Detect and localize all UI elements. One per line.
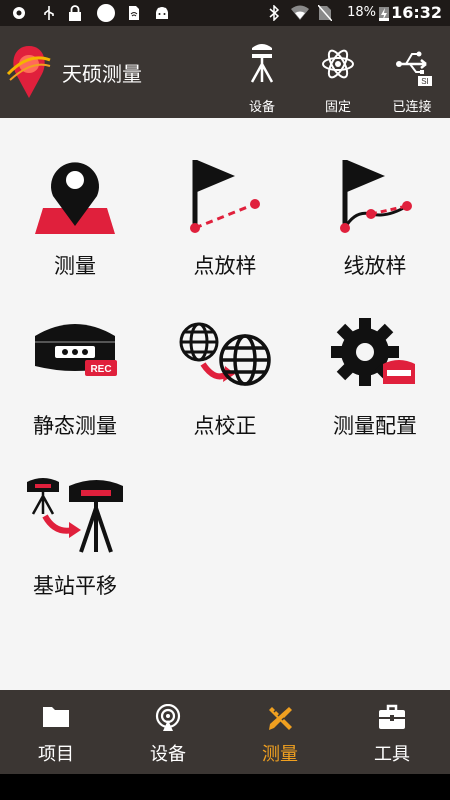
toolbox-icon (379, 704, 405, 729)
flag-point-stakeout-icon (190, 160, 260, 233)
notification-icon (13, 7, 25, 19)
nav-label: 工具 (374, 744, 410, 765)
app-bar: 天硕测量 设备 固定 SI 已连接 (0, 26, 450, 118)
circle-notification-icon (97, 4, 115, 22)
connection-status-button[interactable]: SI 已连接 (380, 30, 444, 115)
nav-label: 项目 (38, 744, 74, 765)
bluetooth-icon (269, 5, 280, 21)
ruler-pencil-icon (269, 707, 292, 730)
bottom-navigation: 项目 设备 测量 工具 (0, 690, 450, 774)
map-pin-icon (35, 162, 115, 234)
tile-label: 点校正 (193, 414, 257, 438)
nav-label: 设备 (150, 744, 186, 765)
gnss-receiver-icon (250, 44, 274, 83)
base-shift-icon (27, 478, 123, 553)
connection-status-label: 已连接 (392, 100, 432, 115)
nav-label: 测量 (262, 744, 298, 765)
status-bar: 18% 16:32 (0, 0, 450, 26)
rec-badge-text: REC (90, 364, 111, 375)
battery-percentage: 18% (347, 5, 376, 20)
receiver-rec-icon: REC (35, 324, 117, 376)
battery-charging-icon (379, 7, 389, 21)
globe-transform-icon (179, 322, 271, 386)
tile-line-stakeout[interactable]: 线放样 (300, 118, 450, 278)
sim-icon (129, 6, 139, 20)
android-icon (156, 7, 168, 19)
tile-survey[interactable]: 测量 (0, 118, 150, 278)
tile-label: 线放样 (343, 254, 407, 278)
wifi-icon (291, 5, 309, 20)
lock-icon (69, 5, 81, 21)
tile-label: 测量配置 (333, 414, 417, 438)
tile-survey-config[interactable]: 测量配置 (300, 278, 450, 438)
tile-point-stakeout[interactable]: 点放样 (150, 118, 300, 278)
flag-line-stakeout-icon (340, 160, 412, 233)
usb-badge-text: SI (421, 77, 429, 86)
fixed-status-label: 固定 (324, 100, 351, 115)
usb-notification-icon (44, 6, 54, 20)
tile-point-calibration[interactable]: 点校正 (150, 278, 300, 438)
clock: 16:32 (391, 3, 442, 22)
usb-icon: SI (396, 51, 432, 86)
nav-tab-survey[interactable]: 测量 (224, 690, 336, 774)
tile-label: 点放样 (193, 254, 257, 278)
no-sim-icon (318, 5, 332, 21)
tile-label: 静态测量 (33, 414, 117, 438)
antenna-icon (155, 704, 181, 731)
main-menu-grid: 测量 点放样 线放样 REC 静态测量 点校正 测量配置 基站平移 (0, 118, 450, 690)
app-logo-icon (6, 46, 51, 98)
tile-label: 基站平移 (33, 574, 117, 598)
system-navigation-bar (0, 774, 450, 800)
tile-base-shift[interactable]: 基站平移 (0, 438, 150, 598)
fixed-status-button[interactable]: 固定 (306, 30, 370, 115)
nav-tab-device[interactable]: 设备 (112, 690, 224, 774)
gear-config-icon (331, 318, 415, 386)
atom-fixed-icon (322, 49, 354, 79)
folder-icon (43, 707, 69, 727)
app-title: 天硕测量 (62, 62, 142, 86)
nav-tab-project[interactable]: 项目 (0, 690, 112, 774)
device-action-label: 设备 (248, 100, 275, 115)
device-action-button[interactable]: 设备 (230, 30, 294, 115)
tile-label: 测量 (54, 254, 96, 278)
nav-tab-tools[interactable]: 工具 (336, 690, 448, 774)
tile-static-survey[interactable]: REC 静态测量 (0, 278, 150, 438)
